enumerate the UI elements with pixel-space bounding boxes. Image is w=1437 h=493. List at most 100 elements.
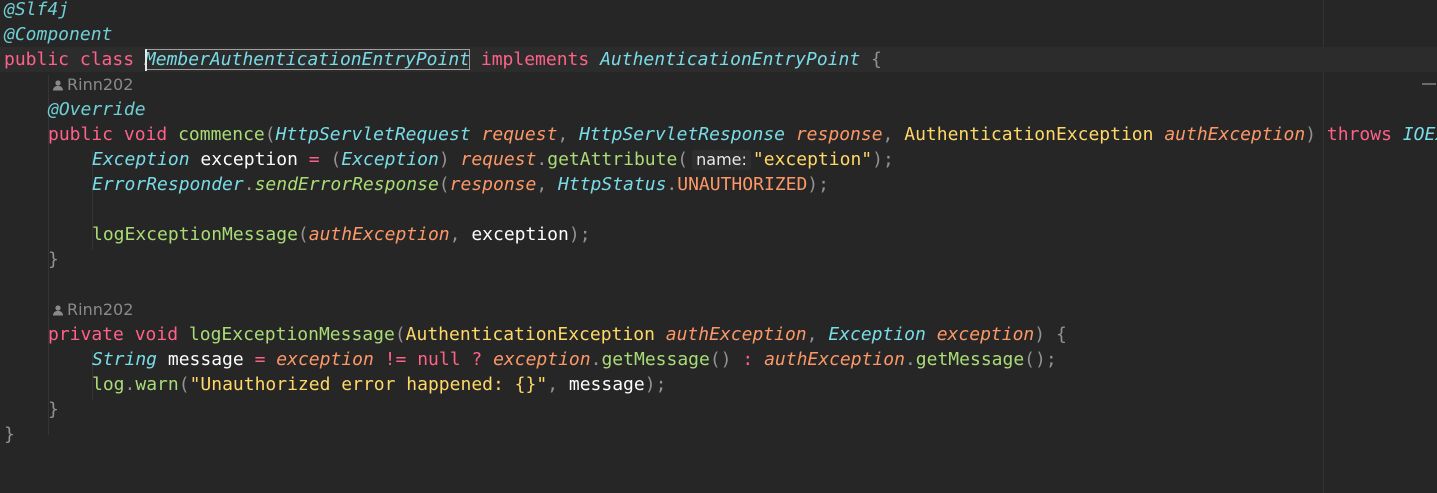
code-line[interactable]: @Override [0,97,1437,122]
code-token: HttpStatus [558,174,667,195]
code-line[interactable]: } [0,397,1437,422]
code-token: logExceptionMessage [188,324,395,345]
code-token: ( [178,374,190,395]
code-token: UNAUTHORIZED [677,174,808,195]
code-token: exception [493,349,591,370]
scroll-marker[interactable] [1422,83,1436,85]
code-token: (); [1024,349,1057,370]
code-token: , [557,124,580,145]
code-token: private [48,324,124,345]
code-token: void [134,324,179,345]
code-token: ? [471,349,483,370]
code-token: getMessage [915,349,1025,370]
code-token: != [384,349,407,370]
code-token: AuthenticationException [904,124,1154,145]
code-token: request [460,149,537,170]
code-token: { [1055,324,1067,345]
code-line[interactable]: String message = exception != null ? exc… [0,347,1437,372]
code-token: log [92,374,125,395]
code-token: ) [438,149,450,170]
code-token: message [568,374,645,395]
code-line[interactable]: @Slf4j [0,0,1437,22]
code-token: void [123,124,168,145]
code-token: ( [677,149,689,170]
code-token: @Override [48,99,146,120]
code-line[interactable] [0,272,1437,297]
code-token: HttpServletRequest [275,124,471,145]
code-token: ) [1034,324,1056,345]
code-token: { [871,49,882,70]
author-name: Rinn202 [67,75,134,94]
code-token: class [79,49,135,70]
code-line[interactable]: private void logExceptionMessage(Authent… [0,322,1437,347]
code-token: ( [264,124,276,145]
code-token: . [666,174,678,195]
code-token: ( [297,224,309,245]
code-token: AuthenticationEntryPoint [600,49,861,70]
code-token: warn [135,374,179,395]
author-name: Rinn202 [67,300,134,319]
code-token: authException [665,324,807,345]
code-token: ( [394,324,406,345]
code-token: . [904,349,916,370]
code-line[interactable]: ErrorResponder.sendErrorResponse(respons… [0,172,1437,197]
code-token: sendErrorResponse [254,174,439,195]
code-token: getMessage [601,349,710,370]
code-token: , [547,374,569,395]
code-token: exception [936,324,1035,345]
code-token: ); [644,374,667,395]
code-token: , [536,174,559,195]
code-token: ); [872,149,894,170]
code-token: @Slf4j [4,0,70,20]
code-token: , [806,324,829,345]
code-token: ); [807,174,829,195]
code-token: () [709,349,732,370]
code-token: public [48,124,114,145]
code-token: Exception [828,324,926,345]
code-token: . [536,149,548,170]
code-token: } [48,399,59,420]
author-hint[interactable]: Rinn202 [52,72,133,97]
code-token: = [254,349,266,370]
code-line[interactable]: logExceptionMessage(authException, excep… [0,222,1437,247]
code-line[interactable]: log.warn("Unauthorized error happened: {… [0,372,1437,397]
code-token: "Unauthorized error happened: {}" [189,374,548,395]
code-line[interactable]: public class MemberAuthenticationEntryPo… [0,47,1437,72]
code-line[interactable]: Exception exception = (Exception) reques… [0,147,1437,172]
code-editor[interactable]: @Slf4j @Component public class MemberAuthe… [0,0,1437,493]
code-token: authException [1164,124,1306,145]
code-line[interactable]: } [0,422,1437,447]
code-line[interactable] [0,197,1437,222]
class-name-selected: MemberAuthenticationEntryPoint [144,49,471,70]
code-token: IOException [1402,124,1437,145]
code-token: response [449,174,537,195]
code-line[interactable]: } [0,247,1437,272]
code-token: implements [480,49,590,70]
code-line[interactable]: @Component [0,22,1437,47]
code-token: exception [276,349,374,370]
code-token: , [449,224,472,245]
code-line[interactable]: public void commence(HttpServletRequest … [0,122,1437,147]
code-token: @Component [4,24,113,45]
code-token: exception [471,224,569,245]
author-hint[interactable]: Rinn202 [52,297,133,322]
